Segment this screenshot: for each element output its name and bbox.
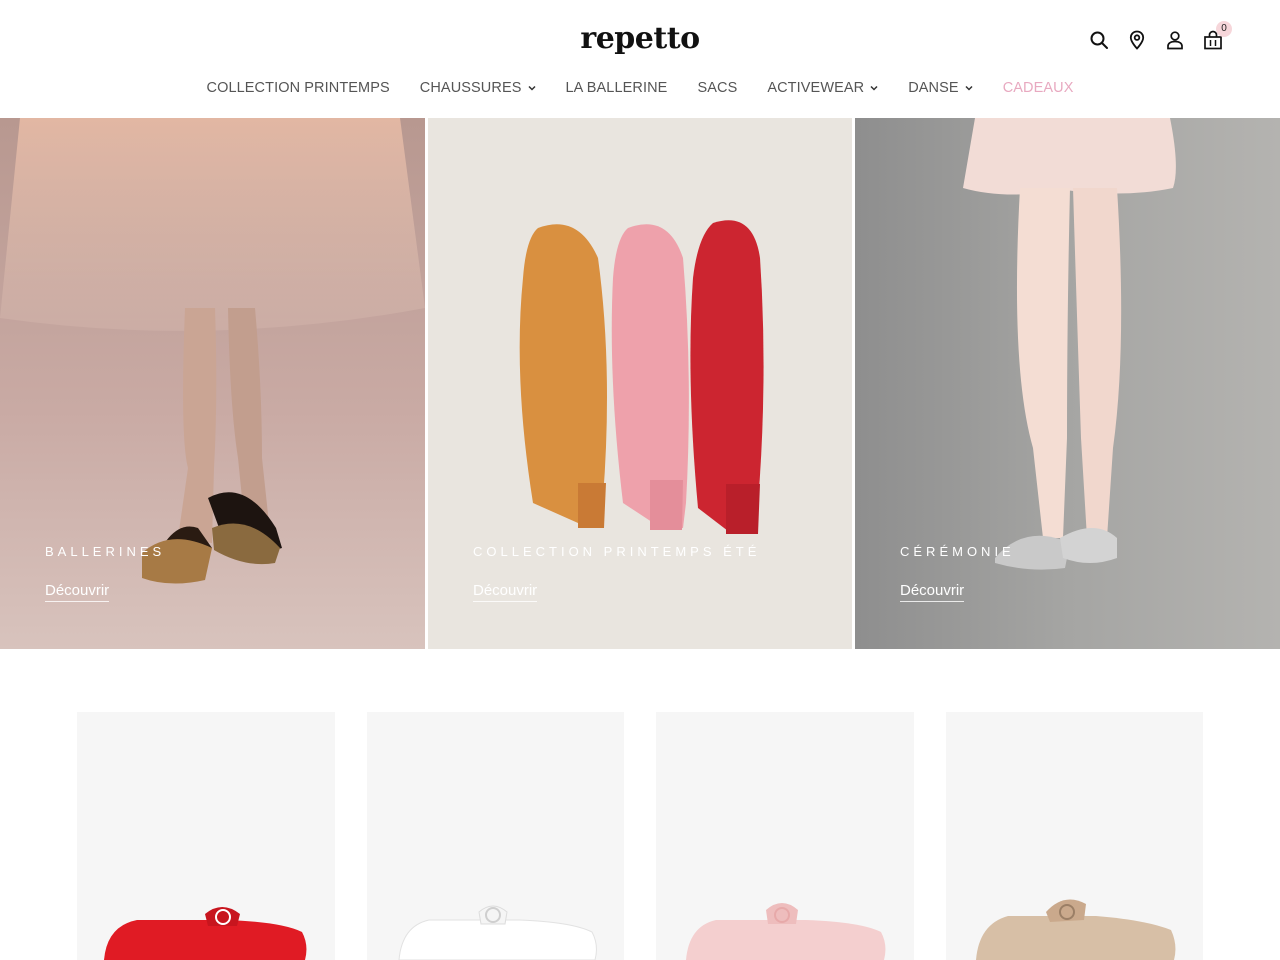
nav-item-chaussures[interactable]: CHAUSSURES bbox=[420, 76, 536, 100]
hero-tile-collection-printemps-ete[interactable]: COLLECTION PRINTEMPS ÉTÉ Découvrir bbox=[428, 118, 852, 649]
product-image-beige-mary-jane bbox=[975, 899, 1175, 960]
nav-item-collection-printemps[interactable]: COLLECTION PRINTEMPS bbox=[207, 76, 390, 100]
hero-tile-ceremonie[interactable]: CÉRÉMONIE Découvrir bbox=[855, 118, 1280, 649]
brand-logo[interactable]: repetto bbox=[579, 22, 701, 56]
search-icon bbox=[1090, 31, 1108, 49]
brand-logo-text: repetto bbox=[580, 21, 700, 56]
product-grid bbox=[77, 712, 1203, 960]
cart-count-badge: 0 bbox=[1216, 21, 1232, 37]
nav-item-label: LA BALLERINE bbox=[565, 80, 668, 96]
hero-tile-title: COLLECTION PRINTEMPS ÉTÉ bbox=[473, 544, 761, 559]
product-card[interactable] bbox=[656, 712, 914, 960]
chevron-down-icon bbox=[870, 85, 878, 91]
product-card[interactable] bbox=[77, 712, 335, 960]
main-nav: COLLECTION PRINTEMPS CHAUSSURES LA BALLE… bbox=[0, 76, 1280, 100]
nav-item-cadeaux[interactable]: CADEAUX bbox=[1003, 76, 1074, 100]
nav-item-activewear[interactable]: ACTIVEWEAR bbox=[767, 76, 878, 100]
hero-tile-ballerines[interactable]: BALLERINES Découvrir bbox=[0, 118, 425, 649]
location-pin-icon bbox=[1129, 30, 1145, 50]
header-icons: 0 bbox=[1080, 21, 1232, 53]
product-image-white-mary-jane bbox=[397, 905, 597, 960]
product-card[interactable] bbox=[366, 712, 624, 960]
cart-button[interactable]: 0 bbox=[1194, 21, 1232, 53]
discover-link[interactable]: Découvrir bbox=[473, 582, 538, 602]
nav-item-label: COLLECTION PRINTEMPS bbox=[206, 80, 390, 96]
account-icon bbox=[1167, 31, 1183, 50]
nav-item-danse[interactable]: DANSE bbox=[908, 76, 973, 100]
product-image-pink-mary-jane bbox=[686, 903, 886, 960]
nav-item-la-ballerine[interactable]: LA BALLERINE bbox=[566, 76, 668, 100]
hero-image-ballerines bbox=[0, 118, 425, 649]
hero-image-collection bbox=[428, 118, 852, 649]
discover-link[interactable]: Découvrir bbox=[45, 582, 110, 602]
nav-item-label: SACS bbox=[697, 80, 738, 96]
account-button[interactable] bbox=[1156, 27, 1194, 53]
hero-tile-title: CÉRÉMONIE bbox=[900, 544, 1015, 559]
nav-item-sacs[interactable]: SACS bbox=[697, 76, 737, 100]
discover-link[interactable]: Découvrir bbox=[900, 582, 965, 602]
nav-item-label: ACTIVEWEAR bbox=[767, 80, 865, 96]
nav-item-label: DANSE bbox=[908, 80, 959, 96]
nav-item-label: CHAUSSURES bbox=[419, 80, 522, 96]
nav-item-label: CADEAUX bbox=[1002, 80, 1074, 96]
chevron-down-icon bbox=[965, 85, 973, 91]
hero-banner: BALLERINES Découvrir COLLECTION PRINTEMP… bbox=[0, 118, 1280, 649]
search-button[interactable] bbox=[1080, 27, 1118, 53]
product-card[interactable] bbox=[945, 712, 1203, 960]
hero-tile-title: BALLERINES bbox=[45, 544, 166, 559]
store-locator-button[interactable] bbox=[1118, 27, 1156, 53]
hero-image-ceremonie bbox=[855, 118, 1280, 649]
chevron-down-icon bbox=[527, 85, 536, 91]
product-image-red-mary-jane bbox=[104, 907, 307, 960]
site-header: repetto 0 COLLECTION PRINTEMPS CHAUSSURE… bbox=[0, 0, 1280, 118]
